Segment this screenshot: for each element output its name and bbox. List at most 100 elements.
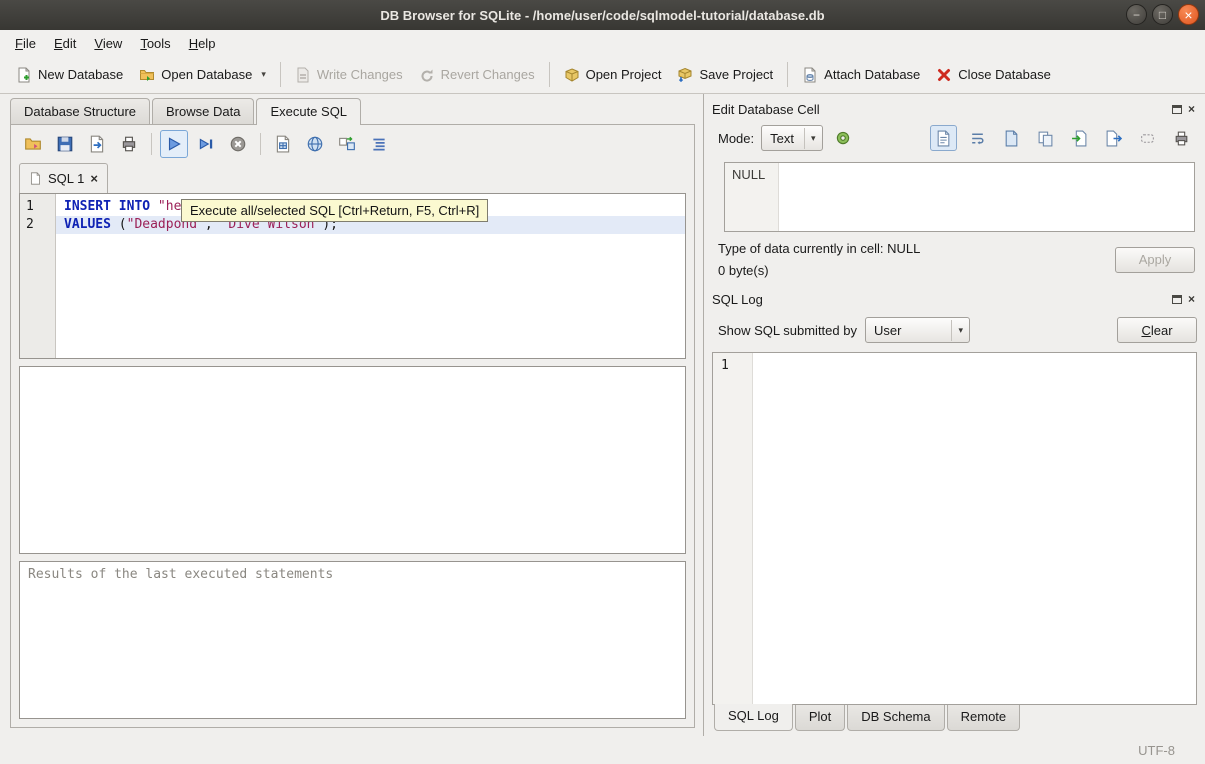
close-dock-icon[interactable]: ×	[1188, 293, 1195, 305]
menu-edit[interactable]: Edit	[45, 30, 85, 56]
line-number: 1	[20, 198, 55, 216]
tab-db-schema[interactable]: DB Schema	[847, 705, 944, 731]
window-controls: − □ ×	[1126, 4, 1199, 25]
open-sql-file-button[interactable]	[19, 130, 47, 158]
attach-database-button[interactable]: Attach Database	[794, 62, 928, 88]
save-sql-file-button[interactable]	[51, 130, 79, 158]
filter-label: Show SQL submitted by	[718, 323, 857, 338]
maximize-button[interactable]: □	[1152, 4, 1173, 25]
execute-sql-panel: SQL 1 × Execute all/selected SQL [Ctrl+R…	[10, 124, 695, 728]
cell-info-row: Type of data currently in cell: NULL 0 b…	[718, 241, 1195, 278]
open-project-button[interactable]: Open Project	[556, 62, 670, 88]
sql-file-icon	[29, 172, 42, 185]
menu-file[interactable]: File	[6, 30, 45, 56]
browse-sphere-button[interactable]	[301, 130, 329, 158]
cell-type-info: Type of data currently in cell: NULL	[718, 241, 1115, 256]
print-sql-button[interactable]	[115, 130, 143, 158]
edit-cell-header: Edit Database Cell ×	[712, 98, 1197, 120]
menu-help[interactable]: Help	[180, 30, 225, 56]
window-title: DB Browser for SQLite - /home/user/code/…	[0, 8, 1205, 23]
close-button[interactable]: ×	[1178, 4, 1199, 25]
results-message-area[interactable]: Results of the last executed statements	[19, 561, 686, 719]
mode-label: Mode:	[718, 131, 754, 146]
minimize-icon: −	[1133, 9, 1140, 21]
execute-line-button[interactable]	[192, 130, 220, 158]
save-project-button[interactable]: Save Project	[669, 62, 781, 88]
format-sql-icon	[370, 135, 388, 153]
toolbar-separator	[280, 62, 281, 87]
log-line-gutter: 1	[713, 353, 753, 704]
tab-plot[interactable]: Plot	[795, 705, 845, 731]
mode-value: Text	[770, 131, 804, 146]
find-replace-button[interactable]	[333, 130, 361, 158]
stop-execution-button	[224, 130, 252, 158]
execute-all-button[interactable]	[160, 130, 188, 158]
tab-sql-log[interactable]: SQL Log	[714, 704, 793, 731]
float-dock-icon[interactable]	[1172, 295, 1182, 304]
open-file-icon	[1003, 130, 1020, 147]
apply-button: Apply	[1115, 247, 1195, 273]
auto-switch-mode-button[interactable]	[830, 125, 857, 151]
open-cell-data-button[interactable]	[998, 125, 1025, 151]
log-filter-combobox[interactable]: User ▾	[865, 317, 970, 343]
menu-tools[interactable]: Tools	[131, 30, 179, 56]
open-database-button[interactable]: Open Database ▾	[131, 62, 274, 88]
tab-execute-sql[interactable]: Execute SQL	[256, 98, 361, 125]
globe-icon	[306, 135, 324, 153]
toolbar-separator	[549, 62, 550, 87]
execute-line-icon	[197, 135, 215, 153]
sql-tab-close-icon[interactable]: ×	[90, 171, 98, 186]
format-sql-button[interactable]	[365, 130, 393, 158]
stop-icon	[229, 135, 247, 153]
sql-log-title: SQL Log	[712, 292, 1172, 307]
log-content[interactable]	[753, 353, 1196, 704]
cell-info: Type of data currently in cell: NULL 0 b…	[718, 241, 1115, 278]
word-wrap-button[interactable]	[964, 125, 991, 151]
execute-tooltip: Execute all/selected SQL [Ctrl+Return, F…	[181, 199, 488, 222]
new-database-button[interactable]: New Database	[8, 62, 131, 88]
open-database-icon	[139, 67, 155, 83]
dropdown-caret-icon[interactable]: ▾	[261, 69, 266, 80]
bottom-dock-tabs: SQL Log Plot DB Schema Remote	[712, 705, 1197, 736]
toolbar-separator	[260, 133, 261, 155]
tab-browse-data[interactable]: Browse Data	[152, 98, 254, 124]
menu-view[interactable]: View	[85, 30, 131, 56]
combo-arrow-icon: ▾	[951, 320, 969, 341]
tab-database-structure[interactable]: Database Structure	[10, 98, 150, 124]
results-grid[interactable]	[19, 366, 686, 554]
import-icon	[1071, 130, 1088, 147]
print-icon	[120, 135, 138, 153]
tab-remote[interactable]: Remote	[947, 705, 1021, 731]
sql-log-view[interactable]: 1	[712, 352, 1197, 705]
maximize-icon: □	[1159, 9, 1166, 21]
text-mode-button[interactable]	[930, 125, 957, 151]
sql-editor-tab[interactable]: SQL 1 ×	[19, 163, 108, 193]
clear-log-button[interactable]: Clear	[1117, 317, 1197, 343]
cell-value-body[interactable]	[779, 163, 1194, 231]
close-database-button[interactable]: Close Database	[928, 62, 1059, 88]
import-cell-button[interactable]	[1066, 125, 1093, 151]
app-window: DB Browser for SQLite - /home/user/code/…	[0, 0, 1205, 764]
line-number: 2	[20, 216, 55, 234]
mode-combobox[interactable]: Text ▾	[761, 125, 822, 151]
export-cell-button[interactable]	[1100, 125, 1127, 151]
float-dock-icon[interactable]	[1172, 105, 1182, 114]
find-replace-icon	[338, 135, 356, 153]
close-icon: ×	[1184, 8, 1192, 22]
edit-cell-toolbar: Mode: Text ▾	[712, 120, 1197, 156]
export-icon	[1105, 130, 1122, 147]
line-number-gutter: 1 2	[20, 194, 56, 358]
copy-cell-button[interactable]	[1032, 125, 1059, 151]
export-sql-button[interactable]	[83, 130, 111, 158]
dock-controls: ×	[1172, 103, 1197, 115]
edit-cell-title: Edit Database Cell	[712, 102, 1172, 117]
save-results-button[interactable]	[269, 130, 297, 158]
close-dock-icon[interactable]: ×	[1188, 103, 1195, 115]
cell-size-info: 0 byte(s)	[718, 263, 1115, 278]
new-database-icon	[16, 67, 32, 83]
set-null-button[interactable]	[1134, 125, 1161, 151]
print-cell-button[interactable]	[1168, 125, 1195, 151]
titlebar: DB Browser for SQLite - /home/user/code/…	[0, 0, 1205, 30]
cell-value-editor[interactable]: NULL	[724, 162, 1195, 232]
minimize-button[interactable]: −	[1126, 4, 1147, 25]
